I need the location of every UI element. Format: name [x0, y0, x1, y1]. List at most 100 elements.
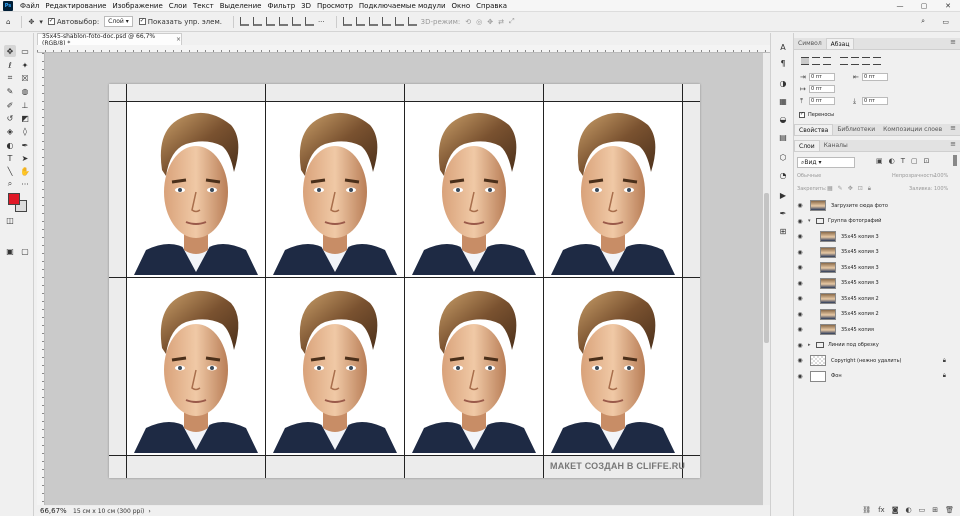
chevron-down-icon[interactable]: ▾	[808, 218, 814, 224]
menu-item[interactable]: Изображение	[109, 2, 165, 10]
3d-panel-icon[interactable]: ⬡	[777, 151, 789, 163]
healing-brush-icon[interactable]: ◍	[19, 85, 31, 97]
visibility-eye-icon[interactable]: ◉	[794, 264, 806, 271]
filter-type-icon[interactable]: T	[901, 157, 905, 165]
maximize-button[interactable]: ▢	[912, 0, 936, 12]
space-after-field[interactable]: 0 пт	[862, 97, 888, 105]
visibility-eye-icon[interactable]: ◉	[794, 342, 806, 349]
align-left-text-icon[interactable]	[801, 57, 809, 65]
distribute-icon[interactable]	[381, 17, 391, 26]
layer-row[interactable]: ◉ Copyright (нежно удалить) 🔒︎	[794, 353, 952, 368]
add-mask-icon[interactable]: ◙	[892, 506, 899, 514]
horizontal-ruler[interactable]	[37, 45, 770, 53]
pen-tool-icon[interactable]: ✒	[19, 139, 31, 151]
tab-character[interactable]: Символ	[794, 38, 826, 49]
menu-item[interactable]: Справка	[473, 2, 510, 10]
justify-last-center-icon[interactable]	[851, 57, 859, 65]
visibility-eye-icon[interactable]: ◉	[794, 249, 806, 256]
brush-tool-icon[interactable]: ✐	[4, 99, 16, 111]
minimize-button[interactable]: —	[888, 0, 912, 12]
tab-properties[interactable]: Свойства	[794, 124, 834, 135]
character-panel-icon[interactable]: A	[777, 41, 789, 53]
layer-style-icon[interactable]: fx	[878, 506, 885, 514]
indent-left-field[interactable]: 0 пт	[809, 73, 835, 81]
workspace-icon[interactable]: ▭	[942, 16, 949, 28]
filter-pixel-icon[interactable]: ▣	[876, 157, 883, 165]
dodge-tool-icon[interactable]: ◐	[4, 139, 16, 151]
visibility-eye-icon[interactable]: ◉	[794, 280, 806, 287]
distribute-icon[interactable]	[394, 17, 404, 26]
more-options-icon[interactable]: ···	[318, 16, 325, 28]
layer-row[interactable]: ◉ 35x45 копия 3	[794, 229, 952, 244]
screen-mode-icon[interactable]: ▣	[4, 245, 16, 257]
justify-all-icon[interactable]	[873, 57, 881, 65]
align-right-icon[interactable]	[265, 17, 275, 26]
distribute-icon[interactable]	[355, 17, 365, 26]
delete-layer-icon[interactable]: 🗑︎	[945, 506, 954, 514]
move-tool-icon[interactable]: ✥	[4, 45, 16, 57]
menu-item[interactable]: 3D	[298, 2, 314, 10]
autoselect-target-select[interactable]: Слой ▾	[104, 16, 133, 27]
autoselect-checkbox[interactable]	[47, 17, 55, 25]
layer-row[interactable]: ◉ Фон 🔒︎	[794, 369, 952, 384]
blur-tool-icon[interactable]: ◊	[19, 125, 31, 137]
swatches-panel-icon[interactable]: ▦	[777, 95, 789, 107]
paragraph-panel-icon[interactable]: ¶	[777, 57, 789, 69]
menu-item[interactable]: Редактирование	[42, 2, 109, 10]
opacity-field[interactable]: 100%	[934, 173, 948, 179]
lock-position-icon[interactable]: ✥	[848, 185, 853, 193]
panel-menu-icon[interactable]: ≡	[950, 124, 956, 132]
layer-row[interactable]: ◉ 35x45 копия 3	[794, 276, 952, 291]
lock-all-icon[interactable]: 🔒︎	[868, 185, 871, 193]
space-before-field[interactable]: 0 пт	[809, 97, 835, 105]
quick-mask-icon[interactable]: ◫	[4, 214, 16, 226]
visibility-eye-icon[interactable]: ◉	[794, 218, 806, 225]
align-middle-icon[interactable]	[291, 17, 301, 26]
magic-wand-icon[interactable]: ✦	[19, 59, 31, 71]
history-panel-icon[interactable]: ◔	[777, 169, 789, 181]
path-select-icon[interactable]: ➤	[19, 152, 31, 164]
more-tools-icon[interactable]: ···	[19, 178, 31, 190]
align-center-text-icon[interactable]	[812, 57, 820, 65]
layer-kind-filter[interactable]: ⌕ Вид ▾	[797, 157, 855, 168]
visibility-eye-icon[interactable]: ◉	[794, 202, 806, 209]
stamp-tool-icon[interactable]: ⊥	[19, 99, 31, 111]
indent-first-line-field[interactable]: 0 пт	[809, 85, 835, 93]
glyphs-panel-icon[interactable]: ⊞	[777, 225, 789, 237]
chevron-right-icon[interactable]: ▸	[808, 342, 814, 348]
layer-row[interactable]: ◉ 35x45 копия 2	[794, 307, 952, 322]
distribute-icon[interactable]	[342, 17, 352, 26]
scrollbar-thumb[interactable]	[764, 193, 769, 343]
filter-adjustment-icon[interactable]: ◐	[889, 157, 895, 165]
layer-row[interactable]: ◉ ▸ Линии под обрезку	[794, 338, 952, 353]
panel-menu-icon[interactable]: ≡	[950, 38, 956, 46]
close-window-button[interactable]: ✕	[936, 0, 960, 12]
new-group-icon[interactable]: ▭	[919, 506, 926, 514]
align-bottom-icon[interactable]	[304, 17, 314, 26]
filter-toggle[interactable]	[953, 155, 957, 166]
menu-item[interactable]: Подключаемые модули	[356, 2, 449, 10]
justify-last-left-icon[interactable]	[840, 57, 848, 65]
fill-field[interactable]: 100%	[934, 186, 948, 192]
hand-tool-icon[interactable]: ✋	[19, 165, 31, 177]
new-layer-icon[interactable]: ⊞	[932, 506, 938, 514]
artboard-tool-icon[interactable]: ▭	[19, 45, 31, 57]
move-tool-icon[interactable]: ✥	[28, 16, 34, 28]
lock-artboard-icon[interactable]: ⊡	[858, 185, 863, 193]
visibility-eye-icon[interactable]: ◉	[794, 326, 806, 333]
adjustment-layer-icon[interactable]: ◐	[906, 506, 912, 514]
lock-pixels-icon[interactable]: ✎	[838, 185, 843, 193]
adjustments-panel-icon[interactable]: ◒	[777, 113, 789, 125]
home-icon[interactable]: ⌂	[6, 16, 10, 28]
brush-settings-icon[interactable]: ✒	[777, 207, 789, 219]
actions-panel-icon[interactable]: ▶	[777, 189, 789, 201]
color-panel-icon[interactable]: ◑	[777, 77, 789, 89]
chevron-down-icon[interactable]: ▾	[39, 16, 43, 28]
menu-item[interactable]: Фильтр	[264, 2, 298, 10]
tab-layer-comps[interactable]: Композиции слоев	[879, 124, 946, 135]
foreground-color-swatch[interactable]	[8, 193, 20, 205]
eyedropper-icon[interactable]: ✎	[4, 85, 16, 97]
tab-paragraph[interactable]: Абзац	[825, 38, 855, 49]
panel-menu-icon[interactable]: ≡	[950, 140, 956, 148]
distribute-icon[interactable]	[407, 17, 417, 26]
